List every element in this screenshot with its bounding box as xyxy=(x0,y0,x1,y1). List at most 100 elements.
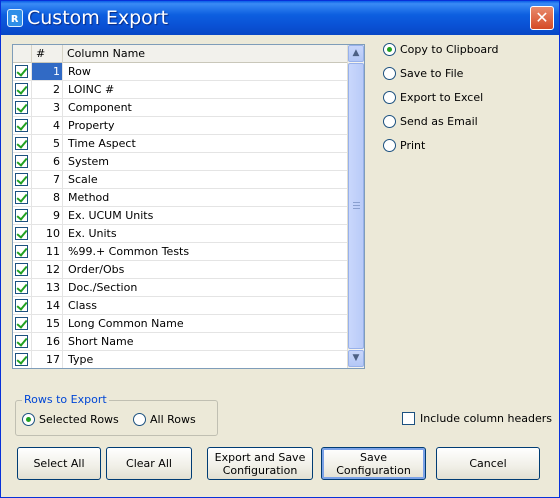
radio-all-rows[interactable]: All Rows xyxy=(133,411,213,429)
row-number: 4 xyxy=(32,117,63,134)
checkbox-checked-icon[interactable] xyxy=(15,101,28,114)
table-row[interactable]: 4 Property xyxy=(13,117,348,135)
table-row[interactable]: 11 %99.+ Common Tests xyxy=(13,243,348,261)
column-name-cell: Class xyxy=(68,299,97,312)
radio-label: Send as Email xyxy=(400,115,478,128)
table-row[interactable]: 17 Type xyxy=(13,351,348,368)
column-grid: # Column Name 1 Row 2 LOINC # 3 Component 4 Pro… xyxy=(12,44,365,369)
button-line-2: Configuration xyxy=(222,463,298,477)
radio-label: All Rows xyxy=(150,413,196,426)
radio-label: Print xyxy=(400,139,426,152)
column-name-cell: System xyxy=(68,155,110,168)
window-title: Custom Export xyxy=(27,7,169,29)
button-line-1: Export and Save xyxy=(214,450,306,464)
checkbox-checked-icon[interactable] xyxy=(15,335,28,348)
clear-all-button[interactable]: Clear All xyxy=(106,447,192,480)
export-and-save-configuration-button[interactable]: Export and Save Configuration xyxy=(207,447,313,480)
table-row[interactable]: 3 Component xyxy=(13,99,348,117)
table-row[interactable]: 2 LOINC # xyxy=(13,81,348,99)
table-row[interactable]: 1 Row xyxy=(13,63,348,81)
radio-save-to-file[interactable]: Save to File xyxy=(383,65,553,83)
row-number: 8 xyxy=(32,189,63,206)
radio-icon[interactable] xyxy=(383,115,396,128)
row-number: 16 xyxy=(32,333,63,350)
row-number: 11 xyxy=(32,243,63,260)
table-row[interactable]: 14 Class xyxy=(13,297,348,315)
table-row[interactable]: 16 Short Name xyxy=(13,333,348,351)
row-number: 12 xyxy=(32,261,63,278)
radio-export-to-excel[interactable]: Export to Excel xyxy=(383,89,553,107)
row-number: 7 xyxy=(32,171,63,188)
radio-selected-rows[interactable]: Selected Rows xyxy=(22,411,122,429)
table-row[interactable]: 6 System xyxy=(13,153,348,171)
table-row[interactable]: 13 Doc./Section xyxy=(13,279,348,297)
checkbox-checked-icon[interactable] xyxy=(15,245,28,258)
checkbox-checked-icon[interactable] xyxy=(15,353,28,366)
radio-icon[interactable] xyxy=(383,43,396,56)
radio-label: Selected Rows xyxy=(39,413,119,426)
row-number: 2 xyxy=(32,81,63,98)
column-name-cell: Method xyxy=(68,191,110,204)
checkbox-checked-icon[interactable] xyxy=(15,227,28,240)
rows-to-export-legend: Rows to Export xyxy=(22,393,109,407)
rows-to-export-group: Rows to Export Selected Rows All Rows xyxy=(15,393,218,436)
table-row[interactable]: 15 Long Common Name xyxy=(13,315,348,333)
checkbox-checked-icon[interactable] xyxy=(15,209,28,222)
row-number: 9 xyxy=(32,207,63,224)
title-bar: ʀ Custom Export ✕ xyxy=(1,1,559,35)
column-name-cell: LOINC # xyxy=(68,83,115,96)
table-row[interactable]: 7 Scale xyxy=(13,171,348,189)
radio-copy-to-clipboard[interactable]: Copy to Clipboard xyxy=(383,41,553,59)
radio-print[interactable]: Print xyxy=(383,137,553,155)
checkbox-checked-icon[interactable] xyxy=(15,137,28,150)
checkbox-checked-icon[interactable] xyxy=(15,155,28,168)
checkbox-checked-icon[interactable] xyxy=(15,281,28,294)
checkbox-checked-icon[interactable] xyxy=(15,299,28,312)
radio-icon[interactable] xyxy=(383,139,396,152)
scroll-thumb[interactable] xyxy=(348,63,364,349)
checkbox-checked-icon[interactable] xyxy=(15,83,28,96)
scroll-up-icon[interactable]: ▲ xyxy=(348,45,364,62)
column-name-cell: Scale xyxy=(68,173,98,186)
checkbox-checked-icon[interactable] xyxy=(15,317,28,330)
checkbox-checked-icon[interactable] xyxy=(15,263,28,276)
checkbox-checked-icon[interactable] xyxy=(15,119,28,132)
radio-label: Export to Excel xyxy=(400,91,484,104)
table-row[interactable]: 8 Method xyxy=(13,189,348,207)
row-number: 17 xyxy=(32,351,63,368)
column-name-cell: Component xyxy=(68,101,132,114)
close-button[interactable]: ✕ xyxy=(530,6,554,30)
custom-export-dialog: ʀ Custom Export ✕ # Column Name 1 Row 2 LOI… xyxy=(0,0,560,498)
radio-send-as-email[interactable]: Send as Email xyxy=(383,113,553,131)
row-number: 5 xyxy=(32,135,63,152)
column-name-cell: Property xyxy=(68,119,115,132)
cancel-button[interactable]: Cancel xyxy=(436,447,540,480)
checkbox-checked-icon[interactable] xyxy=(15,173,28,186)
checkbox-checked-icon[interactable] xyxy=(15,191,28,204)
vertical-scrollbar[interactable]: ▲ ▼ xyxy=(347,45,364,368)
table-row[interactable]: 9 Ex. UCUM Units xyxy=(13,207,348,225)
column-name-cell: Ex. UCUM Units xyxy=(68,209,154,222)
save-configuration-button[interactable]: Save Configuration xyxy=(321,447,426,480)
header-num[interactable]: # xyxy=(32,45,63,63)
scroll-down-icon[interactable]: ▼ xyxy=(348,350,364,367)
grip-icon xyxy=(353,202,360,209)
column-name-cell: %99.+ Common Tests xyxy=(68,245,190,258)
checkbox-icon[interactable] xyxy=(402,412,415,425)
select-all-button[interactable]: Select All xyxy=(17,447,101,480)
loinc-app-icon: ʀ xyxy=(7,9,23,27)
radio-icon[interactable] xyxy=(383,67,396,80)
radio-icon[interactable] xyxy=(22,413,35,426)
checkbox-checked-icon[interactable] xyxy=(15,65,28,78)
include-headers-checkbox[interactable]: Include column headers xyxy=(402,411,552,429)
radio-label: Copy to Clipboard xyxy=(400,43,499,56)
column-name-cell: Long Common Name xyxy=(68,317,184,330)
table-row[interactable]: 12 Order/Obs xyxy=(13,261,348,279)
grid-header: # Column Name xyxy=(13,45,348,63)
header-column-name[interactable]: Column Name xyxy=(63,45,348,63)
table-row[interactable]: 10 Ex. Units xyxy=(13,225,348,243)
radio-icon[interactable] xyxy=(383,91,396,104)
radio-icon[interactable] xyxy=(133,413,146,426)
row-number: 6 xyxy=(32,153,63,170)
table-row[interactable]: 5 Time Aspect xyxy=(13,135,348,153)
